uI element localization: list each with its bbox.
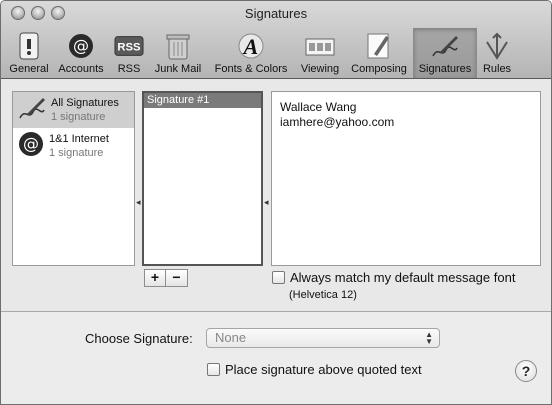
place-above-label: Place signature above quoted text <box>225 362 422 377</box>
popup-arrows-icon: ▲ ▼ <box>425 330 433 346</box>
help-button[interactable]: ? <box>515 360 537 382</box>
toolbar-label: Accounts <box>58 63 104 75</box>
signature-editor[interactable]: Wallace Wang iamhere@yahoo.com <box>271 91 541 266</box>
svg-text:RSS: RSS <box>117 42 141 54</box>
remove-signature-button[interactable]: − <box>166 269 188 287</box>
add-remove-buttons: + − <box>144 269 188 287</box>
trash-can-icon <box>163 31 193 61</box>
place-above-checkbox[interactable] <box>207 363 220 376</box>
toolbar-rules[interactable]: Rules <box>477 28 517 78</box>
list-item[interactable]: @ 1&1 Internet 1 signature <box>13 128 134 164</box>
at-sign-icon: @ <box>66 31 96 61</box>
signatures-pane: All Signatures 1 signature @ 1&1 Interne… <box>1 80 551 310</box>
svg-text:@: @ <box>23 134 39 153</box>
bottom-section: Choose Signature: None ▲ ▼ Place signatur… <box>1 311 551 404</box>
default-font-note: (Helvetica 12) <box>289 289 357 301</box>
choose-signature-popup[interactable]: None ▲ ▼ <box>206 328 440 348</box>
accounts-list[interactable]: All Signatures 1 signature @ 1&1 Interne… <box>12 91 135 266</box>
add-signature-button[interactable]: + <box>144 269 166 287</box>
signature-list[interactable]: Signature #1 <box>142 91 263 266</box>
toolbar-composing[interactable]: Composing <box>345 28 413 78</box>
toolbar-label: General <box>9 63 49 75</box>
toolbar-label: Rules <box>482 63 512 75</box>
toolbar-label: Viewing <box>300 63 340 75</box>
match-font-label: Always match my default message font <box>290 270 516 285</box>
toolbar-signatures[interactable]: Signatures <box>413 28 477 78</box>
rss-icon: RSS <box>114 31 144 61</box>
toolbar-fonts-colors[interactable]: A Fonts & Colors <box>207 28 295 78</box>
toolbar-junk-mail[interactable]: Junk Mail <box>149 28 207 78</box>
place-above-option[interactable]: Place signature above quoted text <box>207 362 422 377</box>
font-a-icon: A <box>236 31 266 61</box>
preferences-toolbar: General @ Accounts RSS RSS Junk Mail A F… <box>5 28 517 78</box>
signature-text-line: Wallace Wang <box>280 100 357 114</box>
at-sign-icon: @ <box>17 130 45 163</box>
toolbar-label: Junk Mail <box>154 63 202 75</box>
svg-text:A: A <box>242 34 259 59</box>
match-font-option[interactable]: Always match my default message font <box>272 270 515 285</box>
preferences-window: Signatures General @ Accounts RSS RSS Ju… <box>0 0 552 405</box>
signature-text-line: iamhere@yahoo.com <box>280 115 395 129</box>
account-signature-count: 1 signature <box>51 111 106 123</box>
splitter-handle[interactable]: ◂ <box>264 197 269 207</box>
svg-text:@: @ <box>73 36 89 55</box>
toolbar-label: RSS <box>117 63 141 75</box>
list-item[interactable]: All Signatures 1 signature <box>13 92 134 128</box>
signature-pen-icon <box>430 31 460 61</box>
account-name: All Signatures <box>51 97 119 109</box>
signature-pen-icon <box>17 94 47 127</box>
choose-signature-value: None <box>215 330 247 345</box>
general-switch-icon <box>14 31 44 61</box>
viewing-icon <box>305 31 335 61</box>
list-item[interactable]: Signature #1 <box>144 93 261 108</box>
composing-pencil-icon <box>364 31 394 61</box>
toolbar-rss[interactable]: RSS RSS <box>109 28 149 78</box>
toolbar-general[interactable]: General <box>5 28 53 78</box>
match-font-checkbox[interactable] <box>272 271 285 284</box>
toolbar-accounts[interactable]: @ Accounts <box>53 28 109 78</box>
splitter-handle[interactable]: ◂ <box>136 197 141 207</box>
account-signature-count: 1 signature <box>49 147 104 159</box>
account-name: 1&1 Internet <box>49 133 109 145</box>
choose-signature-label: Choose Signature: <box>85 331 193 346</box>
toolbar-label: Composing <box>351 63 407 75</box>
toolbar-label: Fonts & Colors <box>214 63 288 75</box>
rules-arrows-icon <box>482 31 512 61</box>
title-bar: Signatures General @ Accounts RSS RSS Ju… <box>1 1 551 79</box>
toolbar-label: Signatures <box>418 63 472 75</box>
toolbar-viewing[interactable]: Viewing <box>295 28 345 78</box>
window-title: Signatures <box>244 6 308 21</box>
